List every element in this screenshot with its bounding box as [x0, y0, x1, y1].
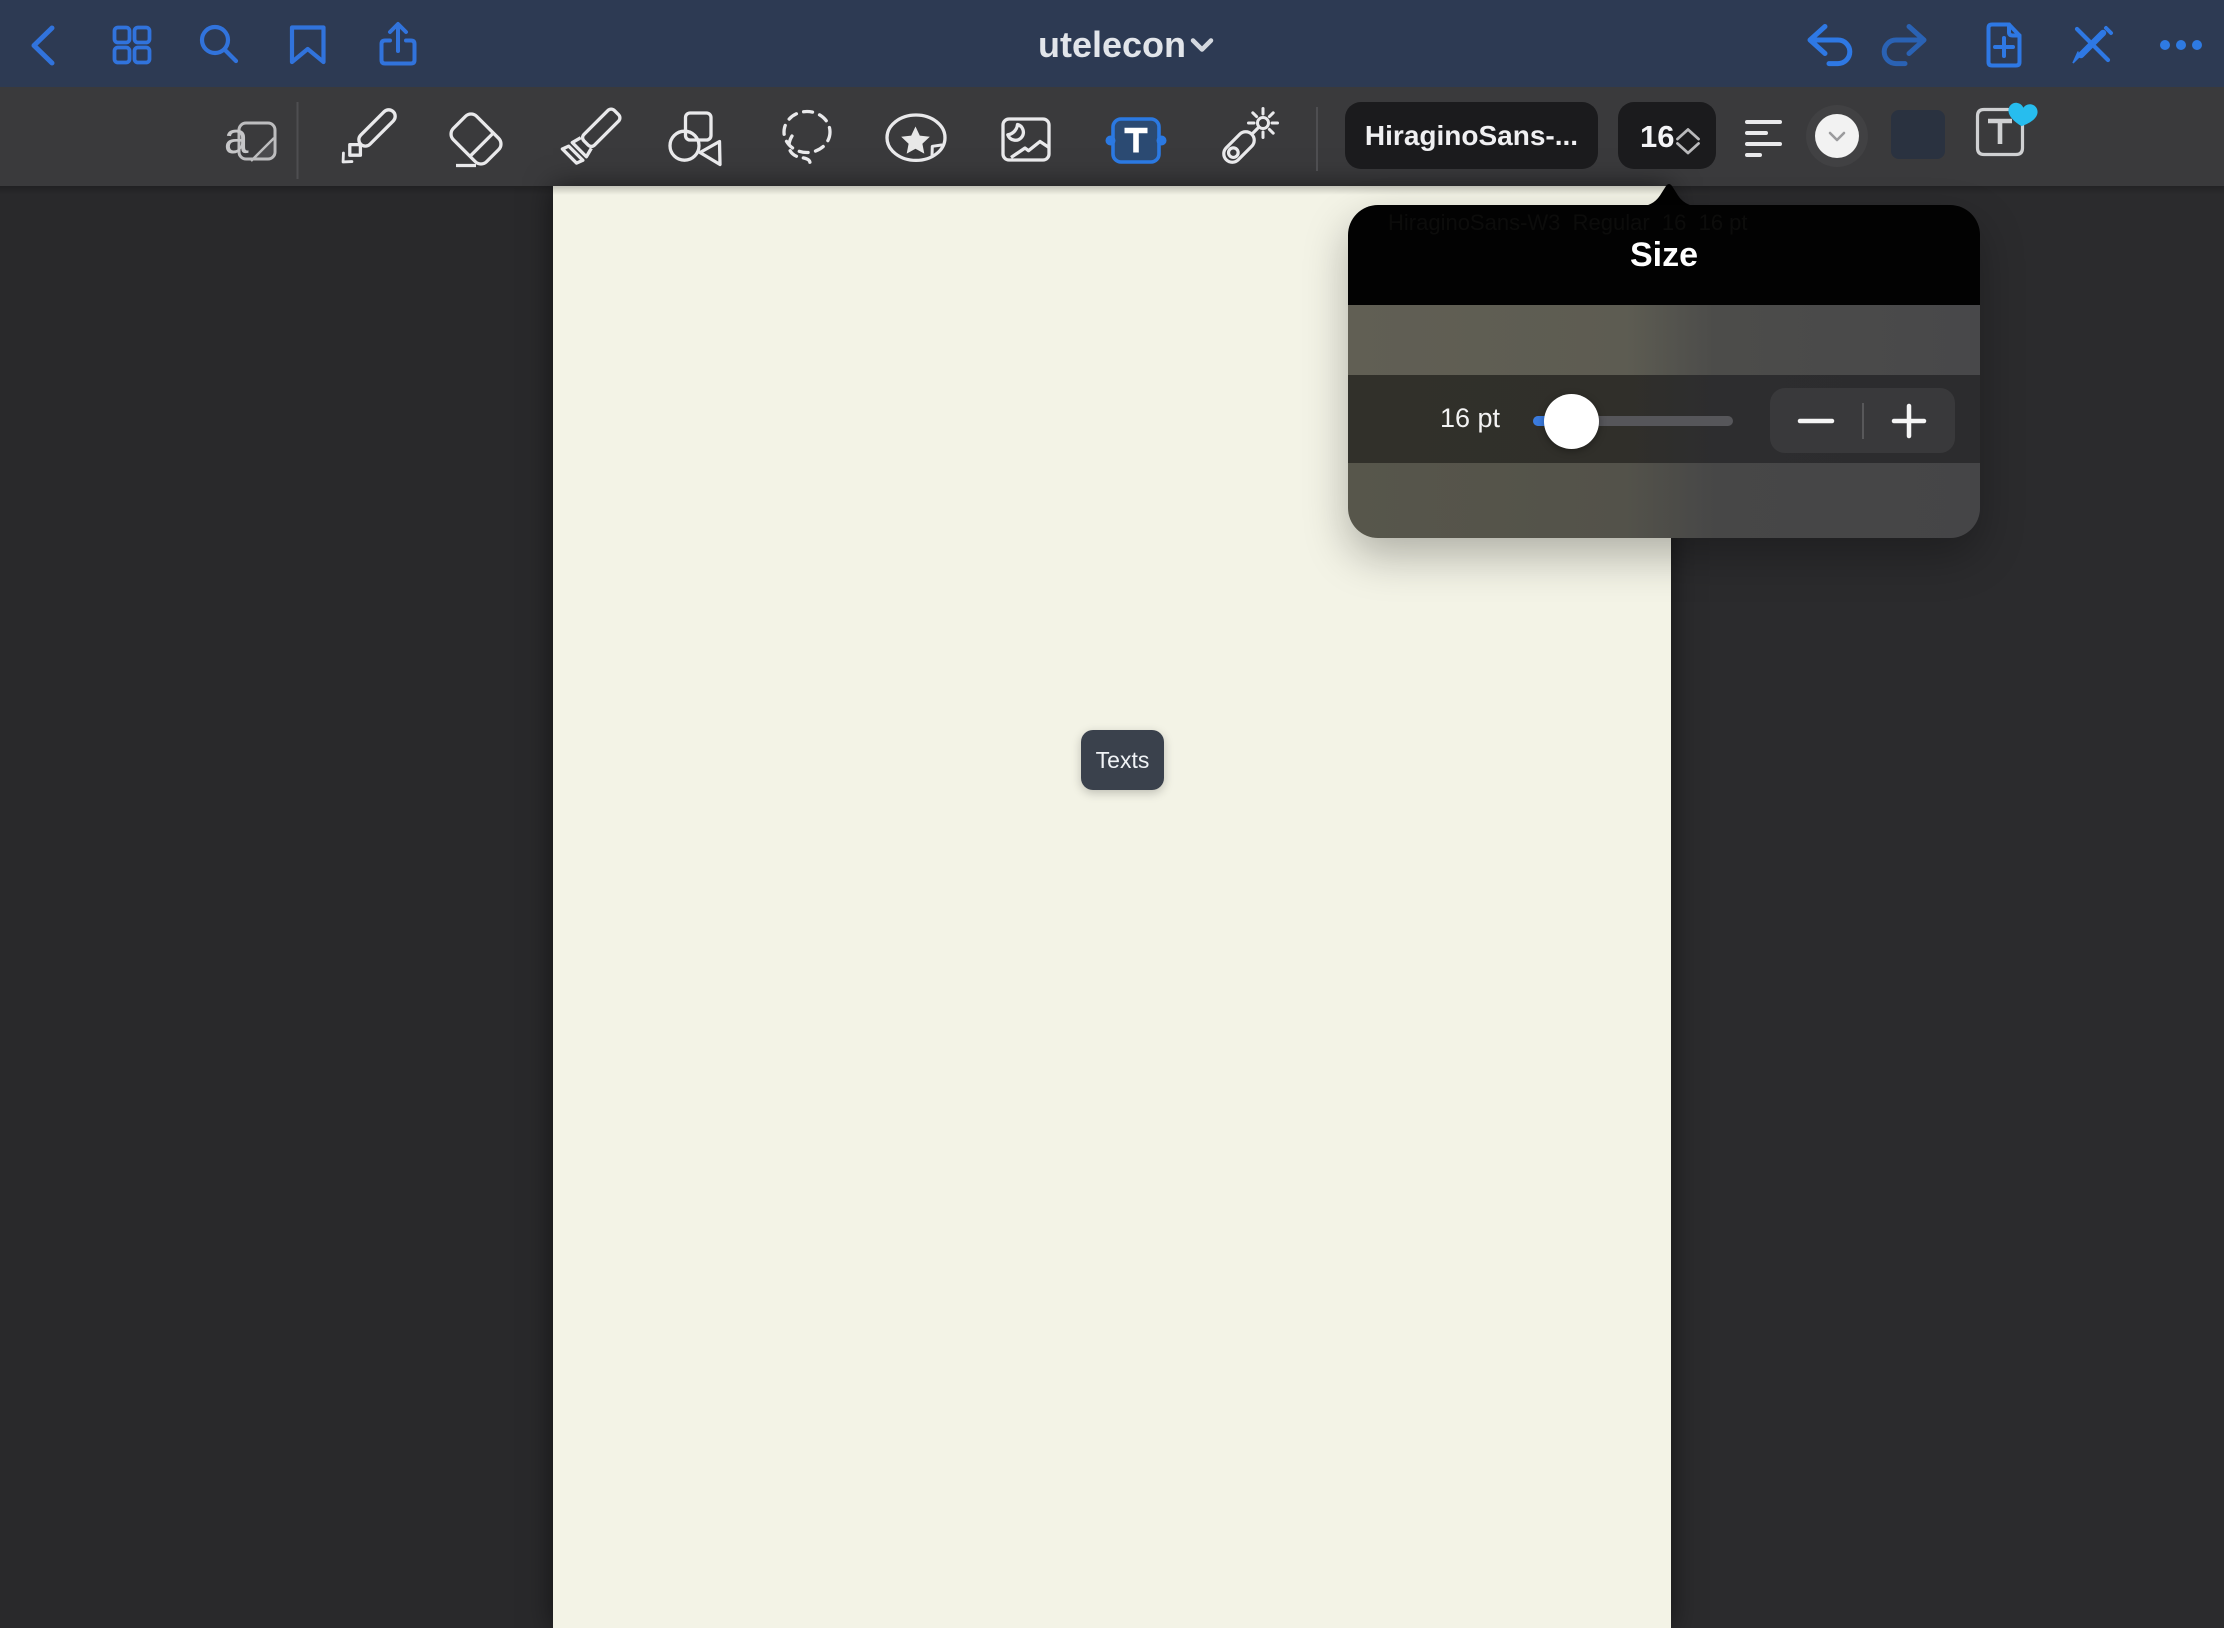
svg-text:a: a	[224, 114, 249, 163]
